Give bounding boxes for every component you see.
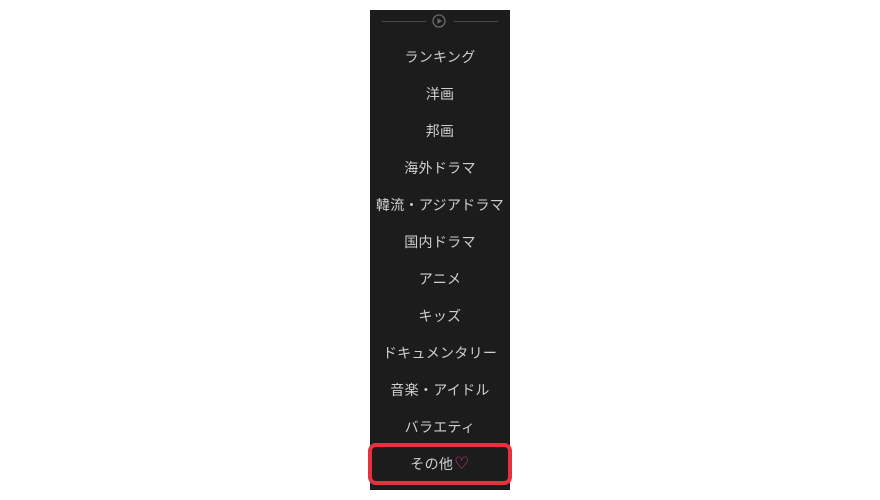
menu-item-label: 国内ドラマ — [404, 234, 476, 251]
menu-item-kids[interactable]: キッズ — [370, 297, 510, 334]
header-divider-left — [382, 21, 426, 22]
menu-item-overseas-drama[interactable]: 海外ドラマ — [370, 149, 510, 186]
menu-item-anime[interactable]: アニメ — [370, 260, 510, 297]
menu-item-label: 邦画 — [425, 123, 455, 140]
menu-item-korean-asian-drama[interactable]: 韓流・アジアドラマ — [370, 186, 510, 223]
menu-item-label: バラエティ — [404, 419, 476, 436]
menu-item-label: 韓流・アジアドラマ — [375, 197, 505, 214]
menu-item-japanese-movies[interactable]: 邦画 — [370, 112, 510, 149]
menu-item-other[interactable]: その他 ♡ — [370, 445, 510, 482]
menu-item-domestic-drama[interactable]: 国内ドラマ — [370, 223, 510, 260]
menu-item-label: 音楽・アイドル — [390, 382, 490, 399]
header-divider-right — [454, 21, 498, 22]
genre-menu-list: ランキング 洋画 邦画 海外ドラマ 韓流・アジアドラマ 国内ドラマ アニメ キッ… — [370, 38, 510, 482]
menu-item-music-idol[interactable]: 音楽・アイドル — [370, 371, 510, 408]
menu-item-label: ランキング — [404, 49, 476, 66]
menu-item-documentary[interactable]: ドキュメンタリー — [370, 334, 510, 371]
heart-outline-icon: ♡ — [454, 453, 470, 474]
menu-item-ranking[interactable]: ランキング — [370, 38, 510, 75]
menu-header — [370, 10, 510, 34]
menu-item-label: その他 — [410, 456, 454, 473]
menu-item-label: アニメ — [418, 271, 462, 288]
menu-item-western-movies[interactable]: 洋画 — [370, 75, 510, 112]
menu-item-label: 洋画 — [425, 86, 455, 103]
play-circle-icon — [432, 14, 446, 28]
menu-item-label: ドキュメンタリー — [382, 345, 498, 362]
menu-item-label: 海外ドラマ — [404, 160, 476, 177]
genre-menu-panel: ランキング 洋画 邦画 海外ドラマ 韓流・アジアドラマ 国内ドラマ アニメ キッ… — [370, 10, 510, 490]
menu-item-variety[interactable]: バラエティ — [370, 408, 510, 445]
menu-item-label: キッズ — [418, 308, 462, 325]
